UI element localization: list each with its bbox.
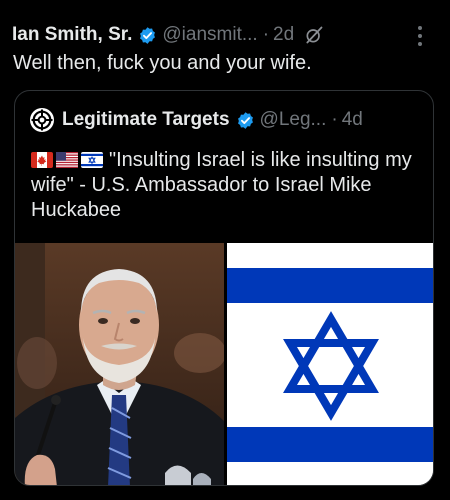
flag-emojis [31,152,103,168]
quoted-author-handle[interactable]: @Leg... [260,109,327,131]
quoted-tweet-media [15,243,433,485]
flag-of-israel[interactable] [227,243,433,485]
more-options-icon[interactable] [418,26,424,46]
author-handle[interactable]: @iansmit... [162,24,257,46]
grok-icon[interactable] [304,25,324,45]
portrait-illustration [15,243,224,485]
post-time[interactable]: 2d [273,24,294,46]
israel-flag-icon [81,152,103,168]
tweet-text: Well then, fuck you and your wife. [13,52,312,74]
tweet[interactable]: Ian Smith, Sr. @iansmit... · 2d Well the… [0,0,450,500]
us-flag-icon [56,152,78,168]
israel-flag-image [227,243,433,485]
quoted-post-time[interactable]: 4d [342,109,363,131]
crosshair-avatar-icon[interactable] [30,108,54,132]
separator-dot: · [262,24,270,45]
quoted-tweet[interactable]: Legitimate Targets @Leg... · 4d "Insulti… [14,90,434,486]
separator-dot: · [331,109,338,130]
quoted-tweet-header: Legitimate Targets @Leg... · 4d [30,107,423,133]
photo-of-mike-huckabee[interactable] [15,243,224,485]
tweet-header: Ian Smith, Sr. @iansmit... · 2d [12,22,440,48]
verified-badge-icon [237,111,253,129]
canada-flag-icon [31,152,53,168]
author-name[interactable]: Ian Smith, Sr. [12,24,132,46]
quoted-author-name[interactable]: Legitimate Targets [62,109,230,131]
verified-badge-icon [140,26,156,44]
quoted-tweet-body: "Insulting Israel is like insulting my w… [31,148,421,223]
